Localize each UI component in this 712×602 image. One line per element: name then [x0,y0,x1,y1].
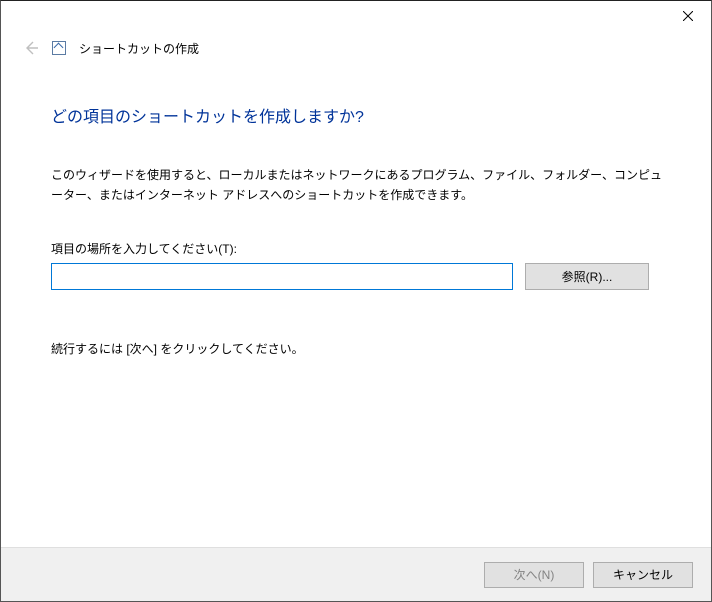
location-label: 項目の場所を入力してください(T): [51,240,663,257]
page-heading: どの項目のショートカットを作成しますか? [51,103,663,127]
titlebar [1,1,711,33]
close-icon [683,11,693,21]
cancel-button[interactable]: キャンセル [593,562,693,588]
next-button[interactable]: 次へ(N) [484,562,584,588]
description-text: このウィザードを使用すると、ローカルまたはネットワークにあるプログラム、ファイル… [51,165,663,206]
dialog-title: ショートカットの作成 [79,40,199,57]
header-row: ショートカットの作成 [1,33,711,61]
continue-instruction: 続行するには [次へ] をクリックしてください。 [51,340,663,357]
arrow-left-icon [23,40,39,56]
browse-button[interactable]: 参照(R)... [525,263,649,290]
input-row: 参照(R)... [51,263,663,290]
create-shortcut-dialog: ショートカットの作成 どの項目のショートカットを作成しますか? このウィザードを… [0,0,712,602]
footer: 次へ(N) キャンセル [1,547,711,601]
shortcut-icon [52,41,66,55]
back-button [23,40,39,56]
location-input[interactable] [51,263,513,290]
content-area: どの項目のショートカットを作成しますか? このウィザードを使用すると、ローカルま… [1,61,711,547]
close-button[interactable] [665,1,711,31]
